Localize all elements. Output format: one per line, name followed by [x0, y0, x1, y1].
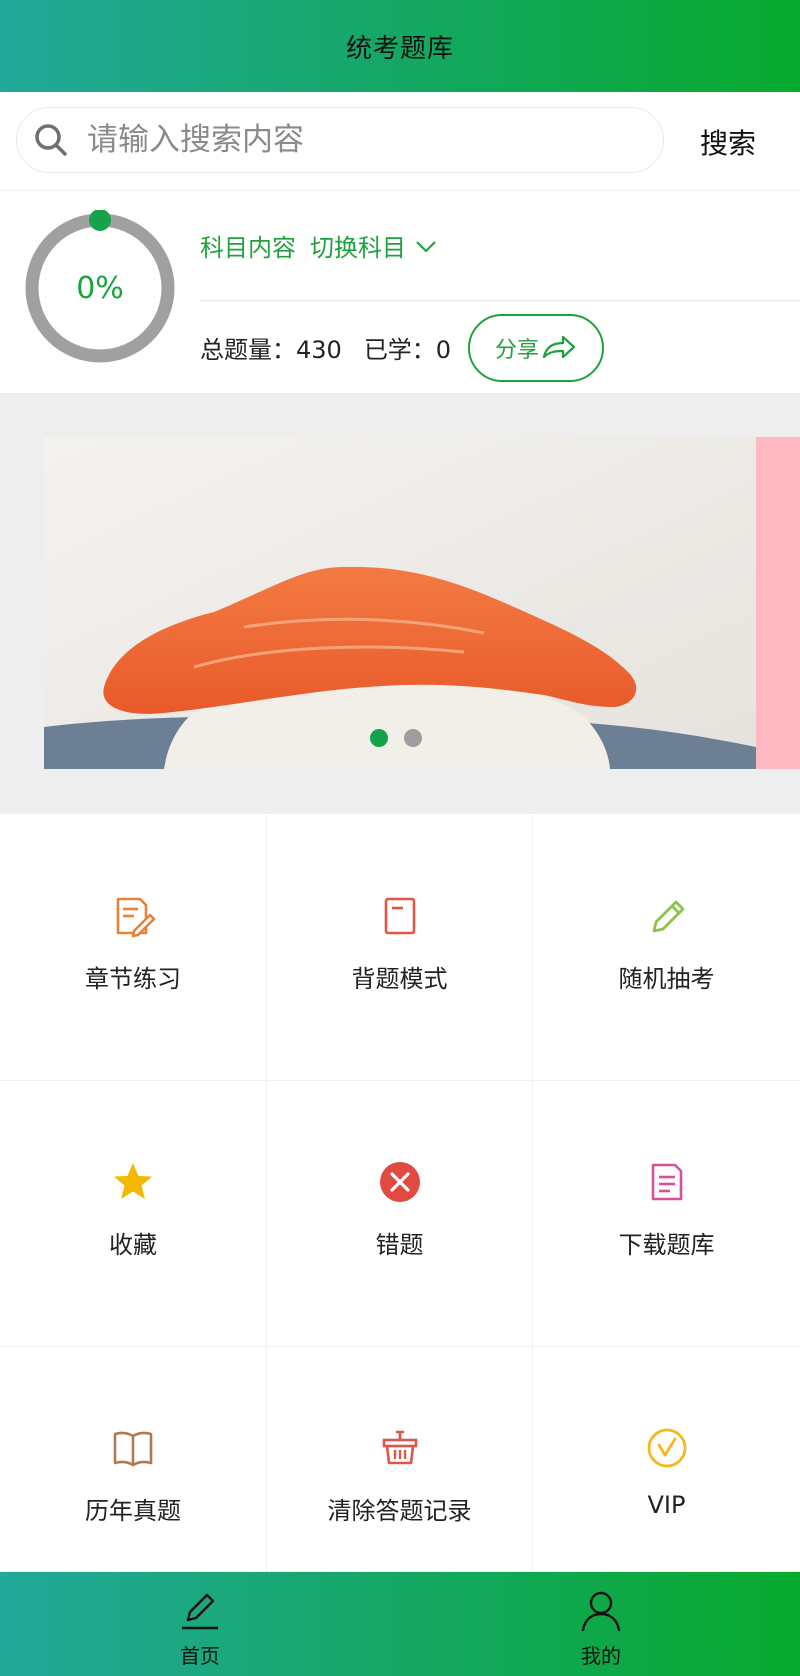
menu-label: 清除答题记录: [327, 1497, 472, 1525]
menu-label: 背题模式: [351, 965, 448, 993]
tab-home-label: 首页: [180, 1644, 220, 1668]
divider: [200, 300, 800, 301]
subject-row: 科目内容 切换科目: [200, 228, 438, 263]
carousel-dot[interactable]: [404, 729, 422, 747]
menu-wrong-questions[interactable]: 错题: [267, 1081, 533, 1347]
tab-mine[interactable]: 我的: [541, 1572, 661, 1676]
search-box[interactable]: [16, 107, 664, 173]
app-header: 统考题库: [0, 0, 800, 92]
share-button[interactable]: 分享: [468, 314, 604, 382]
total-count: 总题量：430: [200, 336, 342, 364]
menu-download-bank[interactable]: 下载题库: [533, 1081, 800, 1347]
menu-label: 错题: [375, 1231, 424, 1259]
chevron-down-icon: [416, 240, 436, 253]
search-input[interactable]: [87, 122, 647, 158]
menu-vip[interactable]: VIP: [533, 1347, 800, 1572]
vip-icon: [647, 1428, 686, 1468]
clear-records-icon: [382, 1430, 417, 1465]
download-bank-icon: [651, 1163, 682, 1201]
tab-mine-label: 我的: [581, 1644, 621, 1668]
subject-label: 科目内容: [200, 234, 296, 262]
menu-past-exams[interactable]: 历年真题: [0, 1347, 267, 1572]
menu-label: 下载题库: [618, 1231, 715, 1259]
menu-memorize-mode[interactable]: 背题模式: [267, 815, 533, 1081]
chapter-practice-icon: [116, 897, 156, 938]
past-exams-book-icon: [113, 1431, 153, 1467]
user-profile-icon: [581, 1591, 621, 1632]
menu-label: 章节练习: [85, 965, 181, 993]
carousel-indicators: [370, 729, 438, 747]
random-exam-icon: [652, 900, 684, 933]
bottom-tab-bar: 首页 我的: [0, 1572, 800, 1676]
menu-label: VIP: [647, 1491, 686, 1519]
search-button[interactable]: 搜索: [700, 122, 756, 162]
banner-next-slide: [756, 437, 800, 769]
feature-grid: 章节练习 背题模式 随机抽考 收藏 错题 下载题库 历年真题 清除答题记录 VI…: [0, 815, 800, 1572]
share-label: 分享: [494, 338, 539, 363]
banner-carousel[interactable]: [0, 393, 800, 814]
menu-favorites[interactable]: 收藏: [0, 1081, 267, 1347]
search-icon: [35, 124, 67, 156]
share-arrow-icon: [542, 335, 576, 359]
learned-count: 已学：0: [363, 336, 452, 364]
switch-subject-label: 切换科目: [310, 234, 406, 262]
menu-label: 历年真题: [85, 1497, 181, 1525]
menu-chapter-practice[interactable]: 章节练习: [0, 815, 267, 1081]
banner-image-salmon-sushi[interactable]: [44, 437, 756, 769]
menu-label: 收藏: [109, 1231, 157, 1259]
menu-label: 随机抽考: [618, 965, 715, 993]
stats-row: 总题量：430 已学：0: [200, 330, 451, 365]
switch-subject-button[interactable]: 切换科目: [310, 228, 438, 263]
memorize-mode-icon: [384, 897, 415, 935]
menu-clear-records[interactable]: 清除答题记录: [267, 1347, 533, 1572]
edit-pen-icon: [182, 1593, 218, 1630]
search-row: 搜索: [0, 92, 800, 191]
wrong-questions-icon: [379, 1162, 420, 1202]
menu-random-exam[interactable]: 随机抽考: [533, 815, 800, 1081]
tab-home[interactable]: 首页: [140, 1572, 260, 1676]
favorite-star-icon: [114, 1163, 152, 1199]
carousel-dot-active[interactable]: [370, 729, 388, 747]
progress-panel: 0% 科目内容 切换科目 总题量：430 已学：0 分享: [0, 192, 800, 392]
page-title: 统考题库: [345, 33, 454, 64]
progress-percent: 0%: [76, 270, 124, 306]
